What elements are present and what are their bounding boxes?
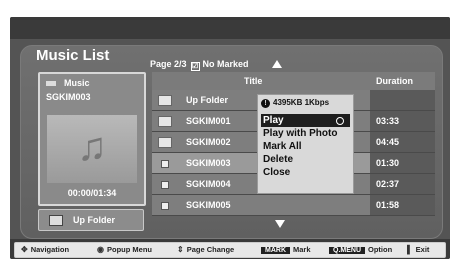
footer-option-label: Option (368, 245, 393, 254)
popup-item-label: Play (263, 115, 284, 126)
row-title: SGKIM004 (186, 179, 231, 189)
playback-time: 00:00/01:34 (67, 188, 117, 198)
footer-popup-menu-label: Popup Menu (106, 245, 152, 254)
row-duration: 02:37 (376, 179, 400, 189)
music-note-icon: ♫ (77, 125, 107, 169)
qmenu-key: Q.MENU (329, 247, 365, 254)
row-duration: 01:58 (376, 200, 400, 210)
file-info: 4395KB 1Kbps (273, 98, 330, 107)
footer-page-change: ⇕ Page Change (177, 245, 234, 254)
folder-icon (158, 116, 172, 127)
footer-navigation-label: Navigation (30, 245, 70, 254)
popup-menu: ! 4395KB 1Kbps Play Play with Photo Mark … (257, 94, 354, 194)
table-header: Title Duration (152, 72, 435, 90)
duration-cell (370, 90, 435, 110)
page-number: Page 2/3 (150, 59, 187, 69)
scroll-down-arrow-icon[interactable] (275, 220, 285, 228)
folder-icon (158, 137, 172, 148)
file-icon (161, 181, 169, 189)
row-duration: 03:33 (376, 116, 400, 126)
music-category-icon (46, 81, 56, 87)
row-title: SGKIM002 (186, 137, 231, 147)
popup-item-delete[interactable]: Delete (261, 153, 350, 166)
footer-option: Q.MENU Option (329, 245, 392, 254)
popup-item-label: Play with Photo (263, 128, 338, 139)
scroll-up-arrow-icon[interactable] (272, 60, 282, 68)
exit-icon: ▌ (407, 245, 413, 254)
top-band (10, 17, 450, 39)
ok-button-icon: ◉ (97, 245, 104, 254)
popup-item-label: Mark All (263, 141, 302, 152)
title-column-header: Title (244, 76, 263, 86)
row-title: SGKIM001 (186, 116, 231, 126)
file-icon (161, 202, 169, 210)
up-folder-icon (49, 215, 63, 226)
now-playing-box: Music SGKIM003 ♫ 00:00/01:34 (38, 72, 146, 206)
selected-radio-icon (336, 117, 344, 125)
footer-exit: ▌ Exit (407, 245, 429, 254)
footer-navigation: ✥ Navigation (21, 245, 69, 254)
footer-guide: ✥ Navigation ◉ Popup Menu ⇕ Page Change MAR… (14, 242, 446, 258)
footer-popup-menu: ◉ Popup Menu (97, 245, 152, 254)
footer-page-change-label: Page Change (186, 245, 235, 254)
popup-item-label: Close (263, 167, 291, 178)
popup-item-close[interactable]: Close (261, 166, 350, 179)
row-title: Up Folder (186, 95, 228, 105)
marked-checkbox-icon: ☑ (190, 62, 200, 71)
footer-exit-label: Exit (415, 245, 430, 254)
row-duration: 01:30 (376, 158, 400, 168)
album-thumbnail: ♫ (47, 115, 137, 183)
popup-item-play[interactable]: Play (261, 114, 350, 127)
page-change-icon: ⇕ (177, 245, 184, 254)
track-label: SGKIM003 (46, 92, 91, 102)
row-title: SGKIM005 (186, 200, 231, 210)
marked-status: No Marked (202, 59, 249, 69)
category-line: Music (46, 78, 90, 88)
popup-item-mark-all[interactable]: Mark All (261, 140, 350, 153)
file-icon (161, 160, 169, 168)
tv-screen: Music List Page 2/3 ☑ No Marked Music SGKI… (10, 17, 450, 259)
table-row[interactable]: SGKIM005 01:58 (152, 195, 435, 216)
footer-bar: ✥ Navigation ◉ Popup Menu ⇕ Page Change MAR… (10, 239, 450, 259)
row-duration: 04:45 (376, 137, 400, 147)
popup-header: ! 4395KB 1Kbps (261, 98, 329, 108)
footer-mark-label: Mark (293, 245, 311, 254)
category-label: Music (64, 78, 90, 88)
page-info: Page 2/3 ☑ No Marked (150, 59, 249, 71)
navigation-icon: ✥ (21, 245, 28, 254)
popup-item-play-with-photo[interactable]: Play with Photo (261, 127, 350, 140)
duration-column-header: Duration (376, 76, 413, 86)
mark-key: MARK (261, 247, 290, 254)
popup-item-label: Delete (263, 154, 294, 165)
row-title: SGKIM003 (186, 158, 231, 168)
info-icon: ! (261, 99, 270, 108)
footer-mark: MARK Mark (261, 245, 311, 254)
page-title: Music List (36, 47, 110, 64)
up-folder-button[interactable]: Up Folder (38, 209, 144, 231)
up-folder-icon (158, 95, 172, 106)
up-folder-button-label: Up Folder (73, 215, 115, 225)
